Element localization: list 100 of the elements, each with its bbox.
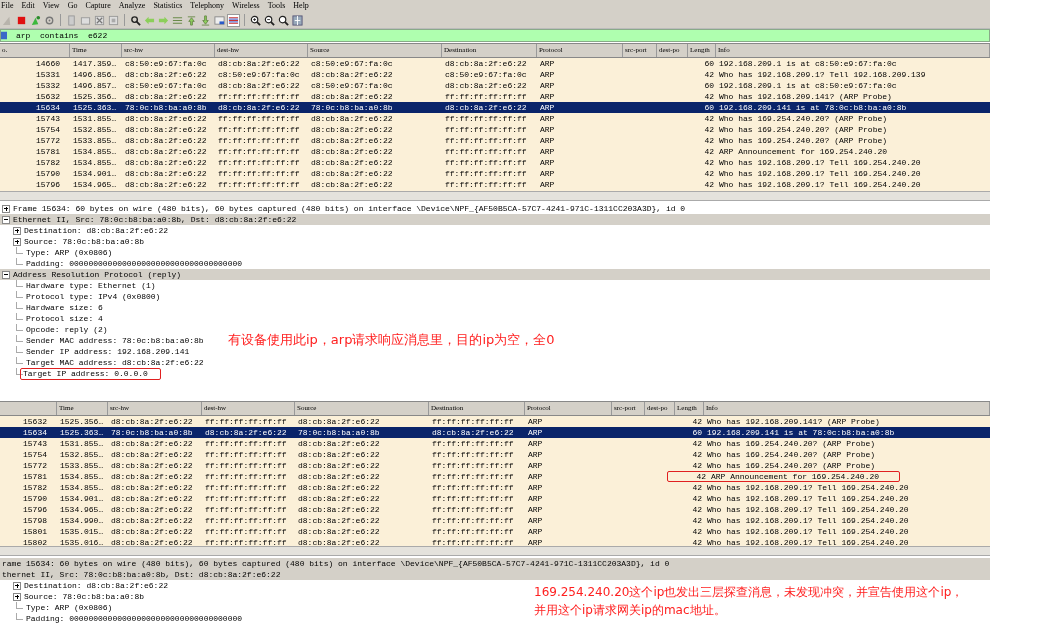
packet-row[interactable]: 15772 1533.855… d8:cb:8a:2f:e6:22 ff:ff:ff:ff:ff:ff d8:cb:8a:2f:e6:22 ff:ff:ff:ff:ff:ff ARP 42 Who has 169.254.240.20? (ARP Probe) [0,460,990,471]
detail-row[interactable]: Protocol type: IPv4 (0x0800) [0,291,163,302]
expand-toggle[interactable] [13,592,21,601]
collapse-toggle[interactable] [2,215,10,224]
menu-item[interactable]: Help [292,0,310,12]
colorize-icon[interactable] [228,14,239,26]
packet-row[interactable]: 15782 1534.855… d8:cb:8a:2f:e6:22 ff:ff:ff:ff:ff:ff d8:cb:8a:2f:e6:22 ff:ff:ff:ff:ff:ff ARP 42 Who has 192.168.209.1? Tell 169.254.240.20 [0,482,990,493]
packet-row[interactable]: 15743 1531.855… d8:cb:8a:2f:e6:22 ff:ff:ff:ff:ff:ff d8:cb:8a:2f:e6:22 ff:ff:ff:ff:ff:ff ARP 42 Who has 169.254.240.20? (ARP Probe) [0,438,990,449]
search-icon[interactable] [130,14,141,26]
detail-row[interactable]: Opcode: reply (2) [0,324,110,335]
menu-item[interactable]: File [0,0,15,12]
zoom-reset-icon[interactable] [278,14,289,26]
protocol-cell-text: ARP [527,504,544,515]
info-cell-text: Who has 192.168.209.1? Tell 169.254.240.20 [706,526,910,537]
bookmark-icon[interactable] [1,31,7,40]
packet-row[interactable]: 15781 1534.855… d8:cb:8a:2f:e6:22 ff:ff:ff:ff:ff:ff d8:cb:8a:2f:e6:22 ff:ff:ff:ff:ff:ff ARP 42 ARP Announcement for 169.254.240.20 [0,146,990,157]
detail-field: rame 15634: 60 bytes on wire (480 bits), 60 bytes captured (480 bits) on interface \Device\NPF_{AF50B5CA-57C7-4241-971C-1311CC203A3D}, id 0 [2,558,670,569]
detail-row[interactable]: Ethernet II, Src: 78:0c:b8:ba:a0:8b, Dst: d8:cb:8a:2f:e6:22 [0,214,990,225]
detail-row[interactable]: Address Resolution Protocol (reply) [0,269,990,280]
resize-columns-icon[interactable] [292,14,303,26]
detail-row[interactable]: Target IP address: 0.0.0.0 [0,368,163,379]
mac-cell-text: d8:cb:8a:2f:e6:22 [124,91,208,102]
packet-row[interactable]: 15796 1534.965… d8:cb:8a:2f:e6:22 ff:ff:ff:ff:ff:ff d8:cb:8a:2f:e6:22 ff:ff:ff:ff:ff:ff ARP 42 Who has 192.168.209.1? Tell 169.254.240.20 [0,179,990,190]
packet-row[interactable]: 15743 1531.855… d8:cb:8a:2f:e6:22 ff:ff:ff:ff:ff:ff d8:cb:8a:2f:e6:22 ff:ff:ff:ff:ff:ff ARP 42 Who has 169.254.240.20? (ARP Probe) [0,113,990,124]
protocol-cell-text: ARP [527,471,544,482]
collapse-toggle[interactable] [2,270,10,279]
zoom-out-icon[interactable] [264,14,275,26]
packet-row[interactable]: 15634 1525.363… 78:0c:b8:ba:a0:8b d8:cb:8a:2f:e6:22 78:0c:b8:ba:a0:8b d8:cb:8a:2f:e6:22 ARP 60 192.168.209.141 is at 78:0c:b8:ba:a0:8b [0,102,990,113]
detail-row[interactable]: thernet II, Src: 78:0c:b8:ba:a0:8b, Dst: d8:cb:8a:2f:e6:22 [0,569,990,580]
reload-icon[interactable] [108,14,119,26]
detail-field: Destination: d8:cb:8a:2f:e6:22 [24,580,169,591]
detail-row[interactable]: Destination: d8:cb:8a:2f:e6:22 [0,225,171,236]
menu-item[interactable]: Go [66,0,79,12]
length-cell-text: 42 [691,515,703,526]
packet-row[interactable]: 15632 1525.356… d8:cb:8a:2f:e6:22 ff:ff:ff:ff:ff:ff d8:cb:8a:2f:e6:22 ff:ff:ff:ff:ff:ff ARP 42 Who has 192.168.209.141? (ARP Probe) [0,416,990,427]
packet-row[interactable]: 15754 1532.855… d8:cb:8a:2f:e6:22 ff:ff:ff:ff:ff:ff d8:cb:8a:2f:e6:22 ff:ff:ff:ff:ff:ff ARP 42 Who has 169.254.240.20? (ARP Probe) [0,449,990,460]
expand-toggle[interactable] [13,581,21,590]
packet-row[interactable]: 15781 1534.855… d8:cb:8a:2f:e6:22 ff:ff:ff:ff:ff:ff d8:cb:8a:2f:e6:22 ff:ff:ff:ff:ff:ff ARP 42 ARP Announcement for 169.254.240.20 [0,471,990,482]
up-arrow-icon[interactable] [186,14,197,26]
time-cell-text: 1496.857… [72,80,118,91]
save-icon[interactable] [80,14,91,26]
menu-item[interactable]: Analyze [117,0,147,12]
source-cell-text: d8:cb:8a:2f:e6:22 [310,69,394,80]
menu-item[interactable]: View [41,0,61,12]
detail-field: Protocol type: IPv4 (0x0800) [26,291,161,302]
detail-row[interactable]: Type: ARP (0x0806) [0,247,115,258]
detail-row[interactable]: Destination: d8:cb:8a:2f:e6:22 [0,580,171,591]
expand-toggle[interactable] [13,226,21,235]
protocol-cell-text: ARP [539,124,556,135]
packet-row[interactable]: 15790 1534.901… d8:cb:8a:2f:e6:22 ff:ff:ff:ff:ff:ff d8:cb:8a:2f:e6:22 ff:ff:ff:ff:ff:ff ARP 42 Who has 192.168.209.1? Tell 169.254.240.20 [0,493,990,504]
menu-item[interactable]: Tools [266,0,287,12]
packet-row[interactable]: 14660 1417.359… c8:50:e9:67:fa:0c d8:cb:8a:2f:e6:22 c8:50:e9:67:fa:0c d8:cb:8a:2f:e6:22 ARP 60 192.168.209.1 is at c8:50:e9:67:fa:0c [0,58,990,69]
stop-icon[interactable] [16,14,27,26]
length-cell-text: 60 [703,58,715,69]
detail-row[interactable]: rame 15634: 60 bytes on wire (480 bits), 60 bytes captured (480 bits) on interface \Device\NPF_{AF50B5CA-57C7-4241-971C-1311CC203A3D}, id 0 [0,558,990,569]
menu-item[interactable]: Wireless [230,0,261,12]
packet-row[interactable]: 15331 1496.856… d8:cb:8a:2f:e6:22 c8:50:e9:67:fa:0c d8:cb:8a:2f:e6:22 c8:50:e9:67:fa:0c ARP 42 Who has 192.168.209.1? Tell 192.168.209.139 [0,69,990,80]
horizontal-scrollbar[interactable] [0,191,990,201]
scroll-down-icon[interactable] [214,14,225,26]
mac-cell-text: d8:cb:8a:2f:e6:22 [110,504,194,515]
info-cell-text: Who has 192.168.209.1? Tell 169.254.240.20 [706,482,910,493]
menu-item[interactable]: Edit [20,0,36,12]
number-cell-text: 15632 [22,416,48,427]
length-cell-text: 60 [691,427,703,438]
packet-row[interactable]: 15796 1534.965… d8:cb:8a:2f:e6:22 ff:ff:ff:ff:ff:ff d8:cb:8a:2f:e6:22 ff:ff:ff:ff:ff:ff ARP 42 Who has 192.168.209.1? Tell 169.254.240.20 [0,504,990,515]
menu-item[interactable]: Capture [84,0,112,12]
down-arrow-icon[interactable] [200,14,211,26]
time-cell-text: 1525.363… [59,427,105,438]
packet-row[interactable]: 15634 1525.363… 78:0c:b8:ba:a0:8b d8:cb:8a:2f:e6:22 78:0c:b8:ba:a0:8b d8:cb:8a:2f:e6:22 ARP 60 192.168.209.141 is at 78:0c:b8:ba:a0:8b [0,427,990,438]
expand-toggle[interactable] [2,204,10,213]
protocol-cell-text: ARP [539,69,556,80]
detail-row[interactable]: Hardware type: Ethernet (1) [0,280,158,291]
settings-icon[interactable] [44,14,55,26]
detail-row[interactable]: Protocol size: 4 [0,313,105,324]
packet-row[interactable]: 15782 1534.855… d8:cb:8a:2f:e6:22 ff:ff:ff:ff:ff:ff d8:cb:8a:2f:e6:22 ff:ff:ff:ff:ff:ff ARP 42 Who has 192.168.209.1? Tell 169.254.240.20 [0,157,990,168]
info-cell-text: Who has 192.168.209.1? Tell 192.168.209.139 [718,69,927,80]
time-cell-text: 1534.855… [72,157,118,168]
packet-row[interactable]: 15802 1535.016… d8:cb:8a:2f:e6:22 ff:ff:ff:ff:ff:ff d8:cb:8a:2f:e6:22 ff:ff:ff:ff:ff:ff ARP 42 Who has 192.168.209.1? Tell 169.254.240.20 [0,537,990,546]
horizontal-scrollbar[interactable] [0,546,990,556]
packet-row[interactable]: 15772 1533.855… d8:cb:8a:2f:e6:22 ff:ff:ff:ff:ff:ff d8:cb:8a:2f:e6:22 ff:ff:ff:ff:ff:ff ARP 42 Who has 169.254.240.20? (ARP Probe) [0,135,990,146]
detail-row[interactable]: Source: 78:0c:b8:ba:a0:8b [0,236,147,247]
display-filter-field[interactable]: arp contains e622 [0,29,990,42]
detail-row[interactable]: Source: 78:0c:b8:ba:a0:8b [0,591,147,602]
menu-item[interactable]: Statistics [152,0,184,12]
packet-row[interactable]: 15790 1534.901… d8:cb:8a:2f:e6:22 ff:ff:ff:ff:ff:ff d8:cb:8a:2f:e6:22 ff:ff:ff:ff:ff:ff ARP 42 Who has 192.168.209.1? Tell 169.254.240.20 [0,168,990,179]
restart-icon[interactable] [30,14,41,26]
expand-toggle[interactable] [13,237,21,246]
packet-row[interactable]: 15754 1532.855… d8:cb:8a:2f:e6:22 ff:ff:ff:ff:ff:ff d8:cb:8a:2f:e6:22 ff:ff:ff:ff:ff:ff ARP 42 Who has 169.254.240.20? (ARP Probe) [0,124,990,135]
destination-cell-text: ff:ff:ff:ff:ff:ff [431,416,515,427]
detail-row[interactable]: Type: ARP (0x0806) [0,602,115,613]
packet-row[interactable]: 15801 1535.015… d8:cb:8a:2f:e6:22 ff:ff:ff:ff:ff:ff d8:cb:8a:2f:e6:22 ff:ff:ff:ff:ff:ff ARP 42 Who has 192.168.209.1? Tell 169.254.240.20 [0,526,990,537]
menu-item[interactable]: Telephony [189,0,225,12]
zoom-in-icon[interactable] [250,14,261,26]
detail-row[interactable]: Hardware size: 6 [0,302,105,313]
close-icon[interactable] [94,14,105,26]
packet-row[interactable]: 15332 1496.857… c8:50:e9:67:fa:0c d8:cb:8a:2f:e6:22 c8:50:e9:67:fa:0c d8:cb:8a:2f:e6:22 ARP 60 192.168.209.1 is at c8:50:e9:67:fa:0c [0,80,990,91]
detail-field: Address Resolution Protocol (reply) [13,269,182,280]
packet-row[interactable]: 15632 1525.356… d8:cb:8a:2f:e6:22 ff:ff:ff:ff:ff:ff d8:cb:8a:2f:e6:22 ff:ff:ff:ff:ff:ff ARP 42 Who has 192.168.209.141? (ARP Probe) [0,91,990,102]
packet-row[interactable]: 15798 1534.990… d8:cb:8a:2f:e6:22 ff:ff:ff:ff:ff:ff d8:cb:8a:2f:e6:22 ff:ff:ff:ff:ff:ff ARP 42 Who has 192.168.209.1? Tell 169.254.240.20 [0,515,990,526]
protocol-cell-text: ARP [527,526,544,537]
